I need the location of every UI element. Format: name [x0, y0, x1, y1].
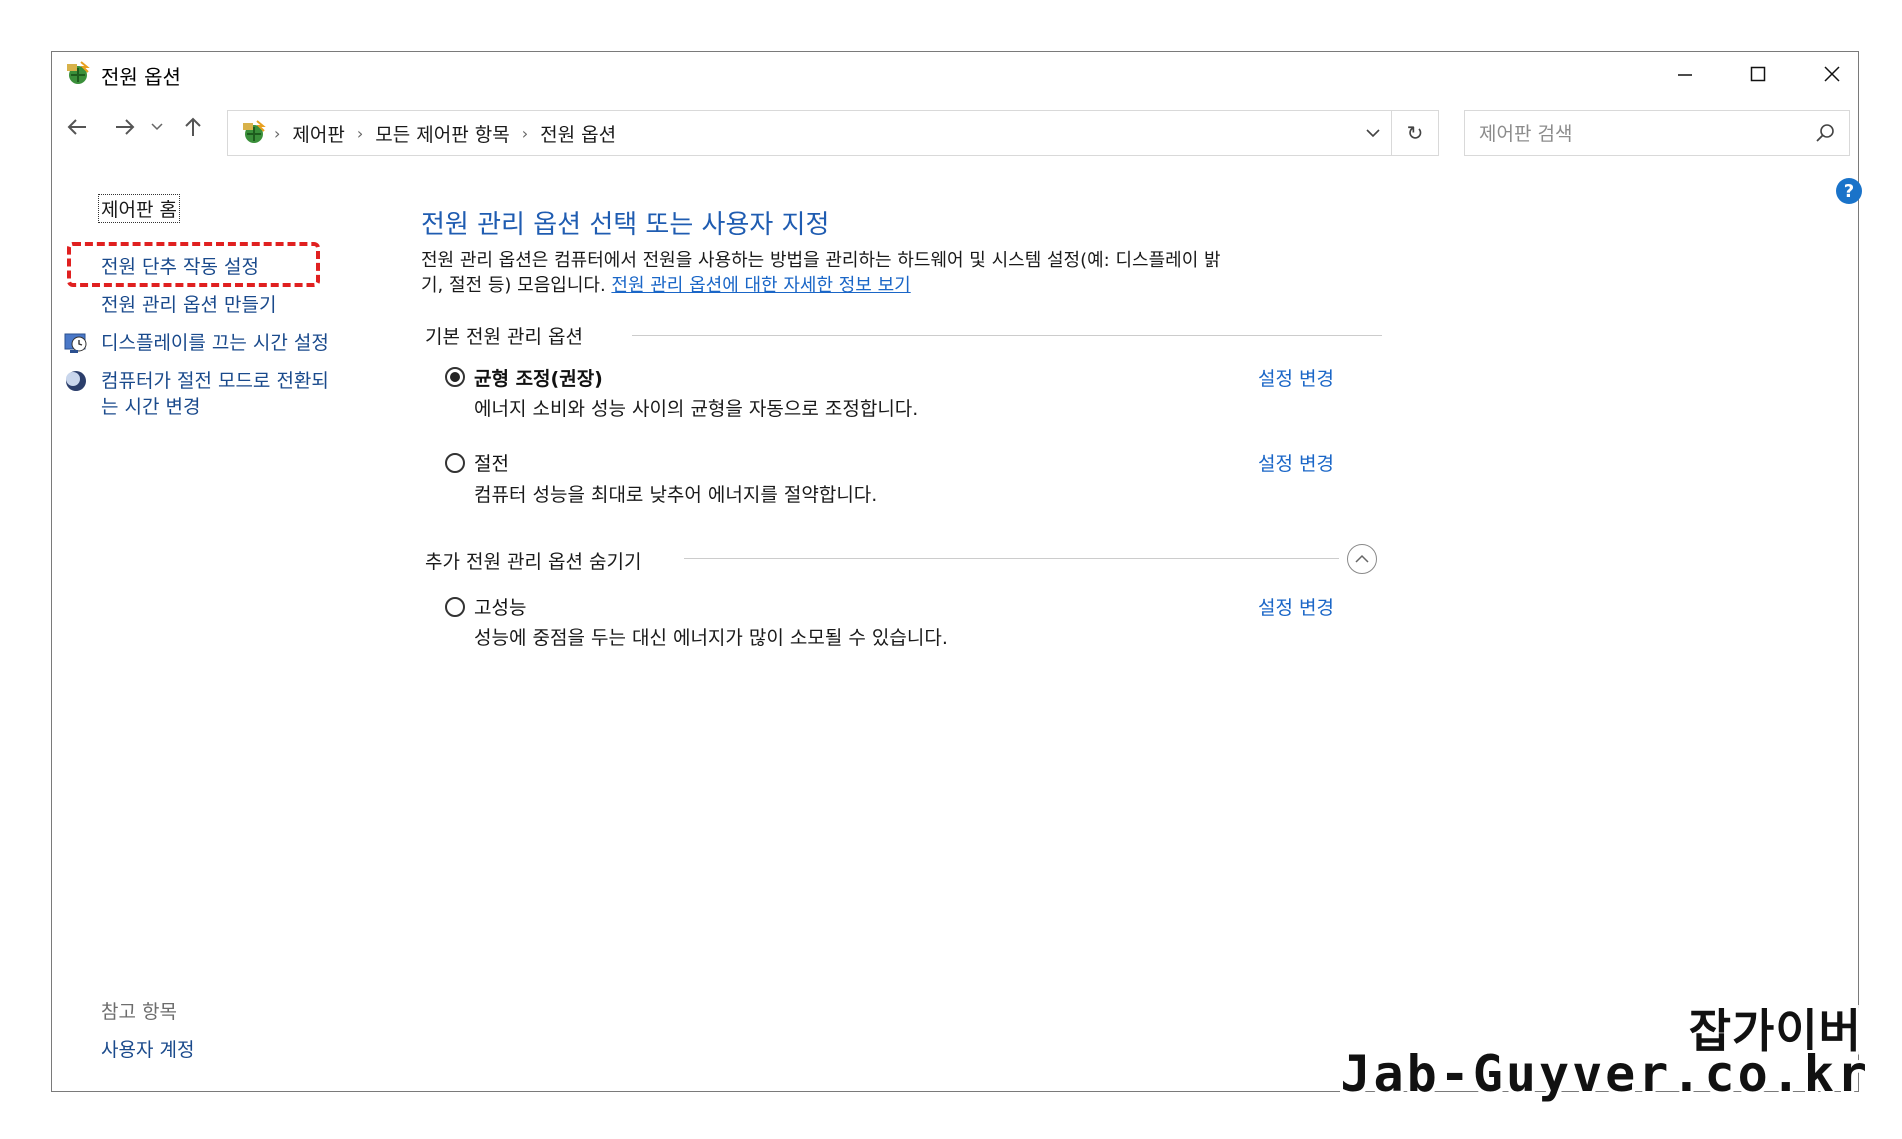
search-box[interactable] — [1464, 110, 1850, 157]
description-line1: 전원 관리 옵션은 컴퓨터에서 전원을 사용하는 방법을 관리하는 하드웨어 및… — [421, 250, 1221, 271]
basic-plans-heading: 기본 전원 관리 옵션 — [425, 326, 583, 348]
additional-plans-heading[interactable]: 추가 전원 관리 옵션 숨기기 — [425, 547, 641, 574]
plan-desc-high-performance: 성능에 중점을 두는 대신 에너지가 많이 소모될 수 있습니다. — [474, 627, 948, 649]
breadcrumb: › 제어판 › 모든 제어판 항목 › 전원 옵션 — [274, 111, 616, 155]
section-divider — [632, 335, 1382, 336]
maximize-icon — [1750, 66, 1766, 82]
arrow-left-icon — [67, 119, 86, 135]
back-button[interactable] — [60, 110, 94, 144]
power-options-app-icon — [64, 60, 92, 88]
plan-name-high-performance[interactable]: 고성능 — [474, 593, 526, 620]
sidebar-link-sleep-time-line1[interactable]: 컴퓨터가 절전 모드로 전환되 — [101, 366, 329, 393]
display-clock-icon — [64, 331, 88, 355]
page-title: 전원 관리 옵션 선택 또는 사용자 지정 — [421, 210, 830, 240]
refresh-icon: ↻ — [1406, 121, 1424, 145]
maximize-button[interactable] — [1723, 52, 1793, 96]
address-bar[interactable]: › 제어판 › 모든 제어판 항목 › 전원 옵션 ↻ — [227, 110, 1439, 156]
help-icon: ? — [1843, 180, 1855, 202]
close-icon — [1824, 66, 1840, 82]
arrow-right-icon — [116, 119, 135, 135]
minimize-button[interactable] — [1650, 52, 1720, 96]
search-input[interactable] — [1477, 111, 1801, 157]
page-description: 전원 관리 옵션은 컴퓨터에서 전원을 사용하는 방법을 관리하는 하드웨어 및… — [421, 248, 1381, 298]
chevron-down-icon — [1366, 129, 1380, 138]
search-button[interactable] — [1805, 111, 1845, 155]
sidebar-link-power-buttons[interactable]: 전원 단추 작동 설정 — [101, 252, 259, 279]
forward-button[interactable] — [108, 110, 142, 144]
plan-radio-high-performance[interactable] — [445, 597, 465, 617]
plan-radio-balanced[interactable] — [445, 367, 465, 387]
window-title: 전원 옵션 — [101, 65, 181, 89]
close-button[interactable] — [1797, 52, 1867, 96]
see-also-user-accounts-link[interactable]: 사용자 계정 — [101, 1035, 194, 1062]
minimize-icon — [1678, 74, 1692, 76]
up-button[interactable] — [176, 110, 210, 144]
plan-desc-power-saver: 컴퓨터 성능을 최대로 낮추어 에너지를 절약합니다. — [474, 484, 878, 506]
plan-name-balanced[interactable]: 균형 조정(권장) — [474, 364, 603, 391]
power-options-location-icon — [240, 119, 268, 147]
arrow-up-icon — [185, 117, 201, 136]
plan-change-settings-balanced[interactable]: 설정 변경 — [1258, 364, 1334, 391]
plan-change-settings-power-saver[interactable]: 설정 변경 — [1258, 449, 1334, 476]
section-divider — [684, 558, 1339, 559]
collapse-additional-plans-button[interactable] — [1347, 544, 1377, 574]
breadcrumb-separator: › — [521, 123, 529, 143]
chevron-up-icon — [1355, 554, 1369, 563]
breadcrumb-all-items[interactable]: 모든 제어판 항목 — [375, 120, 509, 147]
more-info-link[interactable]: 전원 관리 옵션에 대한 자세한 정보 보기 — [611, 275, 910, 296]
address-history-dropdown[interactable] — [1358, 111, 1388, 155]
plan-name-power-saver[interactable]: 절전 — [474, 449, 509, 476]
search-icon — [1816, 124, 1834, 142]
breadcrumb-separator: › — [274, 123, 281, 143]
breadcrumb-control-panel[interactable]: 제어판 — [292, 120, 344, 147]
control-panel-home-link[interactable]: 제어판 홈 — [98, 194, 180, 223]
power-options-window: 전원 옵션 › 제어판 › 모든 제어판 항목 › 전원 옵션 ↻ 제어판 검색… — [51, 51, 1862, 1092]
watermark-site: Jab-Guyver.co.kr — [1340, 1045, 1870, 1103]
help-button[interactable]: ? — [1836, 178, 1862, 204]
plan-change-settings-high-performance[interactable]: 설정 변경 — [1258, 593, 1334, 620]
refresh-button[interactable]: ↻ — [1391, 111, 1438, 155]
plan-radio-power-saver[interactable] — [445, 453, 465, 473]
moon-icon — [64, 369, 88, 393]
plan-desc-balanced: 에너지 소비와 성능 사이의 균형을 자동으로 조정합니다. — [474, 398, 919, 420]
description-line2: 기, 절전 등) 모음입니다. 전원 관리 옵션에 대한 자세한 정보 보기 — [421, 273, 1381, 298]
recent-locations-button[interactable] — [146, 110, 168, 144]
see-also-heading: 참고 항목 — [101, 1001, 177, 1023]
sidebar-link-display-off-time[interactable]: 디스플레이를 끄는 시간 설정 — [101, 328, 329, 355]
description-text: 기, 절전 등) 모음입니다. — [421, 275, 612, 296]
chevron-down-icon — [151, 123, 163, 131]
sidebar-link-sleep-time-line2[interactable]: 는 시간 변경 — [101, 392, 200, 419]
breadcrumb-power-options[interactable]: 전원 옵션 — [540, 120, 616, 147]
sidebar-link-create-plan[interactable]: 전원 관리 옵션 만들기 — [101, 290, 276, 317]
breadcrumb-separator: › — [356, 123, 364, 143]
